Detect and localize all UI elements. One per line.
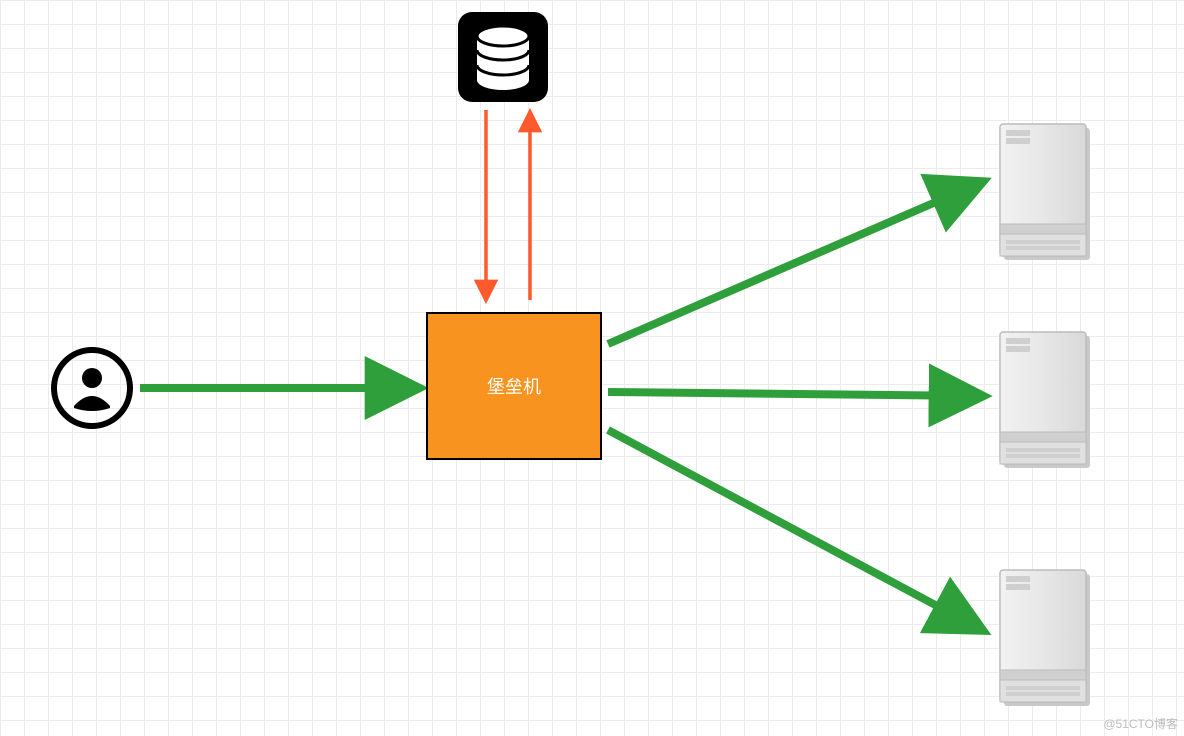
diagram-canvas: 堡垒机 @51CTO博客 [0,0,1184,736]
bastion-label: 堡垒机 [487,373,541,399]
watermark-text: @51CTO博客 [1103,715,1178,732]
bastion-host-box: 堡垒机 [426,312,602,460]
